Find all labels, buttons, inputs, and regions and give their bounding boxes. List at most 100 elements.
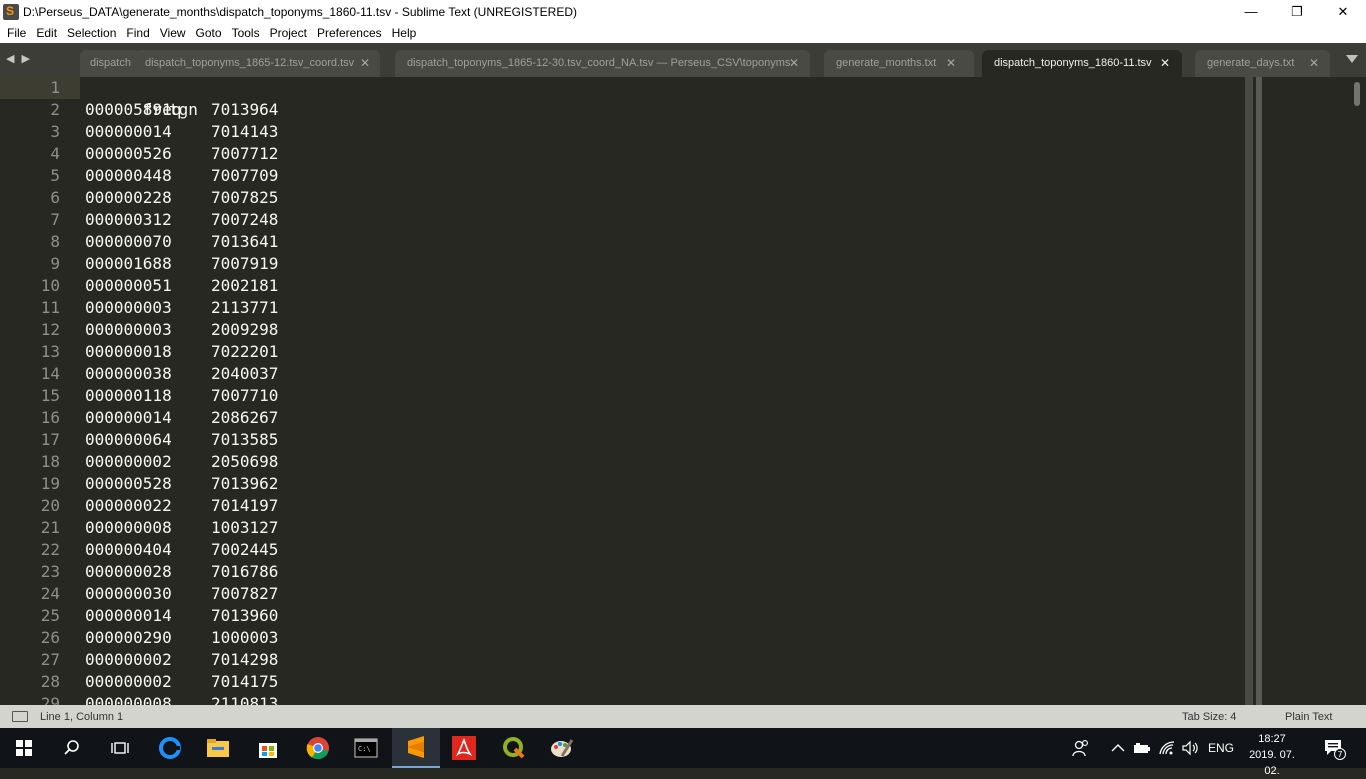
tab-close-icon[interactable]: ✕ [946, 50, 956, 77]
tgn-value: 7007248 [211, 210, 279, 229]
tab-close-icon[interactable]: ✕ [1309, 50, 1319, 77]
tray-expand-icon[interactable] [1111, 728, 1125, 768]
tab-close-icon[interactable]: ✕ [360, 50, 370, 77]
code-line[interactable]: 000000014 2086267 [85, 407, 278, 429]
line-number: 17 [40, 430, 60, 449]
tgn-value: 7013960 [211, 606, 279, 625]
search-icon[interactable] [48, 728, 96, 768]
code-line[interactable]: 000000030 7007827 [85, 583, 278, 605]
line-number-gutter: 1 2 3 4 5 6 7 8 9 10 11 12 13 14 15 16 17 18 19 20 21 22 23 24… [0, 77, 80, 705]
tab-size-indicator[interactable]: Tab Size: 4 [1182, 711, 1236, 723]
code-line[interactable]: 000000008 1003127 [85, 517, 278, 539]
code-line[interactable]: 000000002 2050698 [85, 451, 278, 473]
people-icon[interactable] [1072, 728, 1090, 768]
code-line[interactable]: 000000002 7014175 [85, 671, 278, 693]
vertical-scrollbar[interactable] [1354, 82, 1360, 106]
menu-selection[interactable]: Selection [62, 23, 121, 43]
code-line[interactable]: 000000404 7002445 [85, 539, 278, 561]
code-line[interactable]: 000000448 7007709 [85, 165, 278, 187]
code-line[interactable]: 000000014 7014143 [85, 121, 278, 143]
tab-dispatch-1865-12-coord[interactable]: dispatch_toponyms_1865-12.tsv_coord.tsv … [135, 50, 380, 77]
menu-tools[interactable]: Tools [227, 23, 265, 43]
edge-icon[interactable] [146, 728, 194, 768]
freq-value: 000000030 [85, 584, 172, 603]
language-indicator[interactable]: ENG [1208, 728, 1234, 768]
code-line[interactable]: 000000018 7022201 [85, 341, 278, 363]
notification-center-icon[interactable]: 7 [1322, 728, 1346, 768]
menu-goto[interactable]: Goto [191, 23, 227, 43]
tab-dropdown-icon[interactable] [1346, 55, 1358, 63]
tgn-value: 7014175 [211, 672, 279, 691]
code-line[interactable]: 000000038 2040037 [85, 363, 278, 385]
tab-dispatch-1865-12-30-coord-na[interactable]: dispatch_toponyms_1865-12-30.tsv_coord_N… [395, 50, 810, 77]
store-icon[interactable] [244, 728, 292, 768]
qgis-icon[interactable] [490, 728, 538, 768]
code-line[interactable]: 000000022 7014197 [85, 495, 278, 517]
tab-label: dispatch_toponyms_1865-12.tsv_coord.tsv [145, 57, 355, 69]
tab-nav-arrows-icon[interactable]: ◀ ▶ [6, 52, 32, 65]
minimize-button[interactable]: — [1228, 0, 1274, 23]
line-number: 3 [50, 122, 60, 141]
tab-close-icon[interactable]: ✕ [789, 50, 799, 77]
syntax-indicator[interactable]: Plain Text [1285, 711, 1333, 723]
file-explorer-icon[interactable] [194, 728, 242, 768]
menu-preferences[interactable]: Preferences [312, 23, 387, 43]
freq-value: 000000051 [85, 276, 172, 295]
code-line[interactable]: 000000051 2002181 [85, 275, 278, 297]
menu-find[interactable]: Find [121, 23, 154, 43]
menu-edit[interactable]: Edit [31, 23, 62, 43]
battery-icon[interactable] [1133, 728, 1151, 768]
volume-icon[interactable] [1182, 728, 1200, 768]
maximize-button[interactable]: ❐ [1274, 0, 1320, 23]
code-line[interactable]: 000000003 2113771 [85, 297, 278, 319]
code-line[interactable]: 000001688 7007919 [85, 253, 278, 275]
tab-close-icon[interactable]: ✕ [1160, 50, 1170, 77]
code-line[interactable]: 000000228 7007825 [85, 187, 278, 209]
tgn-value: 7013585 [211, 430, 279, 449]
wifi-icon[interactable] [1158, 728, 1176, 768]
task-view-icon[interactable] [96, 728, 144, 768]
code-line[interactable]: 000000014 7013960 [85, 605, 278, 627]
acrobat-icon[interactable] [440, 728, 488, 768]
line-number: 13 [40, 342, 60, 361]
paint-icon[interactable] [538, 728, 586, 768]
tgn-value: 7007919 [211, 254, 279, 273]
start-icon[interactable] [0, 728, 48, 768]
close-button[interactable]: ✕ [1320, 0, 1366, 23]
system-clock[interactable]: 18:27 2019. 07. 02. [1240, 731, 1304, 779]
freq-value: 000000070 [85, 232, 172, 251]
code-line[interactable]: 000000003 2009298 [85, 319, 278, 341]
menu-file[interactable]: File [2, 23, 31, 43]
code-line[interactable]: 000005891 7013964 [85, 99, 278, 121]
line-number: 10 [40, 276, 60, 295]
menu-project[interactable]: Project [265, 23, 312, 43]
code-line[interactable]: 000000290 1000003 [85, 627, 278, 649]
panel-toggle-icon[interactable] [12, 711, 28, 722]
code-line[interactable]: 000000528 7013962 [85, 473, 278, 495]
tgn-value: 7007827 [211, 584, 279, 603]
code-line[interactable]: 000000070 7013641 [85, 231, 278, 253]
windows-taskbar: C:\ ENG 18:27 2019. 07. 02. 7 [0, 728, 1366, 777]
minimap[interactable] [1256, 77, 1262, 705]
code-line[interactable]: 000000118 7007710 [85, 385, 278, 407]
code-line[interactable]: 000000002 7014298 [85, 649, 278, 671]
code-line[interactable]: 000000008 2110813 [85, 693, 278, 705]
code-line[interactable]: 000000064 7013585 [85, 429, 278, 451]
menu-help[interactable]: Help [387, 23, 422, 43]
menu-view[interactable]: View [155, 23, 191, 43]
code-line[interactable]: 000000312 7007248 [85, 209, 278, 231]
tab-generate-months[interactable]: generate_months.txt ✕ [824, 50, 974, 77]
svg-text:C:\: C:\ [358, 745, 371, 753]
chrome-icon[interactable] [294, 728, 342, 768]
editor-area[interactable]: 1 2 3 4 5 6 7 8 9 10 11 12 13 14 15 16 17 18 19 20 21 22 23 24… [0, 77, 1366, 705]
code-line[interactable]: 000000526 7007712 [85, 143, 278, 165]
tab-dispatch[interactable]: dispatch [80, 50, 140, 77]
tab-dispatch-1860-11[interactable]: dispatch_toponyms_1860-11.tsv ✕ [982, 50, 1182, 77]
terminal-icon[interactable]: C:\ [342, 728, 390, 768]
sublime-text-icon[interactable] [392, 728, 440, 768]
tgn-value: 2086267 [211, 408, 279, 427]
tab-generate-days[interactable]: generate_days.txt ✕ [1195, 50, 1330, 77]
tgn-value: 7013964 [211, 100, 279, 119]
code-line[interactable]: freq tgn [85, 77, 198, 119]
code-line[interactable]: 000000028 7016786 [85, 561, 278, 583]
